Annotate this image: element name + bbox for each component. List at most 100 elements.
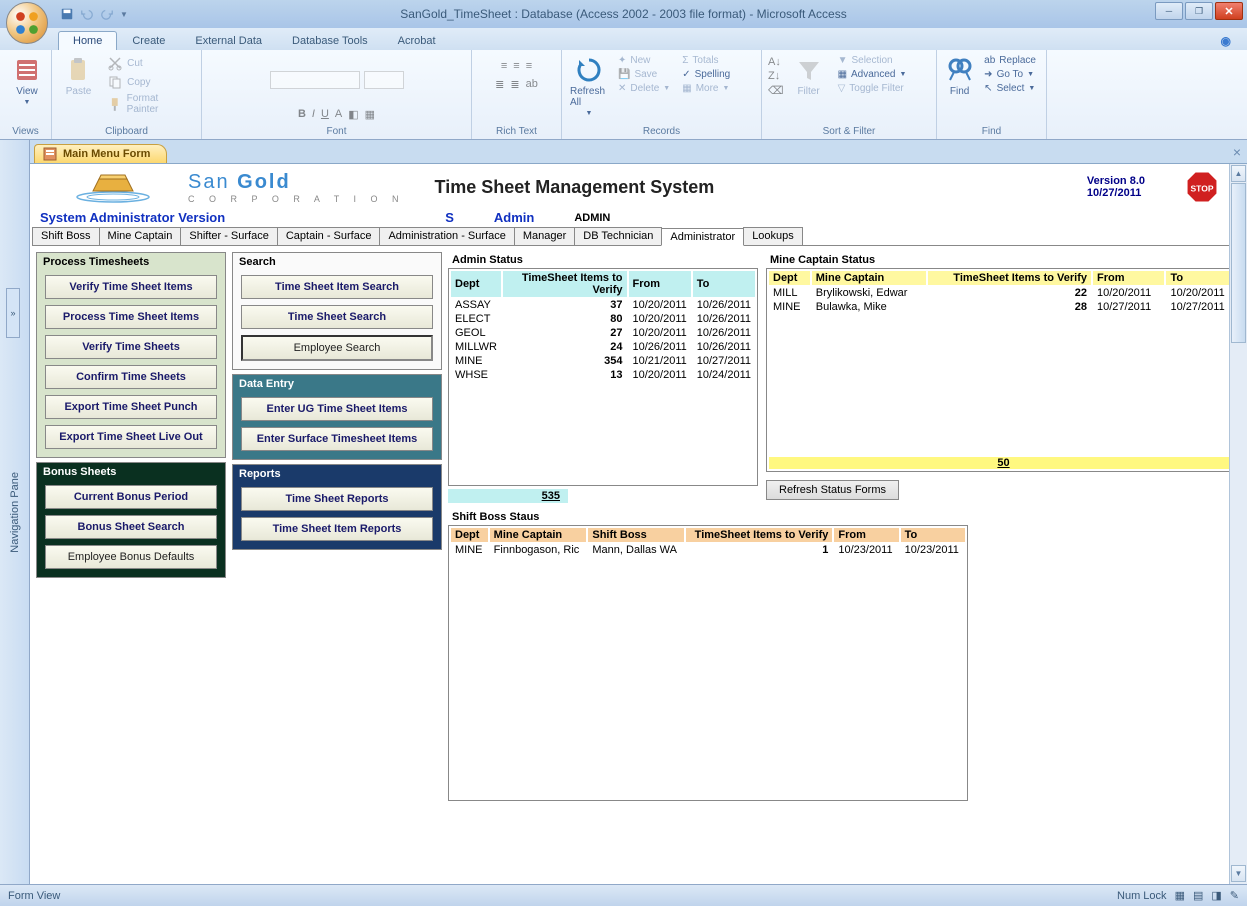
ribbon-tab-home[interactable]: Home — [58, 31, 117, 50]
goto-button[interactable]: ➜Go To▼ — [980, 68, 1040, 81]
navigation-pane[interactable]: Navigation Pane — [0, 140, 30, 884]
group-label-clipboard: Clipboard — [58, 126, 195, 138]
export-punch-button[interactable]: Export Time Sheet Punch — [45, 395, 217, 419]
verify-ts-items-button[interactable]: Verify Time Sheet Items — [45, 275, 217, 299]
qat-dropdown-icon[interactable]: ▼ — [120, 10, 128, 19]
close-button[interactable]: ✕ — [1215, 2, 1243, 20]
enter-ug-button[interactable]: Enter UG Time Sheet Items — [241, 397, 433, 421]
bonus-defaults-button[interactable]: Employee Bonus Defaults — [45, 545, 217, 569]
ts-item-reports-button[interactable]: Time Sheet Item Reports — [241, 517, 433, 541]
tab-captain-surface[interactable]: Captain - Surface — [277, 227, 381, 245]
advanced-button[interactable]: ▦Advanced▼ — [834, 68, 911, 81]
captain-status-title: Mine Captain Status — [766, 252, 1241, 268]
ribbon-tab-external[interactable]: External Data — [180, 31, 277, 50]
ts-item-search-button[interactable]: Time Sheet Item Search — [241, 275, 433, 299]
tab-administrator[interactable]: Administrator — [661, 228, 744, 246]
tab-shiftboss[interactable]: Shift Boss — [32, 227, 100, 245]
tab-minecaptain[interactable]: Mine Captain — [99, 227, 182, 245]
tab-lookups[interactable]: Lookups — [743, 227, 803, 245]
tab-shifter-surface[interactable]: Shifter - Surface — [180, 227, 277, 245]
table-row[interactable]: ELECT8010/20/201110/26/2011 — [451, 313, 755, 325]
save-icon[interactable] — [60, 7, 74, 21]
office-button[interactable] — [6, 2, 48, 44]
window-title: SanGold_TimeSheet : Database (Access 200… — [400, 7, 846, 21]
scroll-up-icon[interactable]: ▲ — [1231, 165, 1246, 182]
table-row[interactable]: MINEBulawka, Mike2810/27/201110/27/2011 — [769, 301, 1238, 313]
toggle-icon: ▽ — [838, 83, 846, 94]
maximize-button[interactable]: ❐ — [1185, 2, 1213, 20]
replace-button[interactable]: abReplace — [980, 54, 1040, 67]
title-bar: ▼ SanGold_TimeSheet : Database (Access 2… — [0, 0, 1247, 28]
scroll-down-icon[interactable]: ▼ — [1231, 865, 1246, 882]
tab-manager[interactable]: Manager — [514, 227, 575, 245]
vertical-scrollbar[interactable]: ▲ ▼ — [1229, 164, 1247, 884]
spelling-button[interactable]: ✓Spelling — [678, 68, 734, 81]
sigma-icon: Σ — [682, 55, 688, 66]
search-group: Search Time Sheet Item Search Time Sheet… — [232, 252, 442, 370]
tab-admin-surface[interactable]: Administration - Surface — [379, 227, 514, 245]
table-row[interactable]: MINE35410/21/201110/27/2011 — [451, 355, 755, 367]
find-button[interactable]: Find — [943, 52, 976, 101]
paste-icon — [65, 56, 93, 84]
cut-icon — [107, 55, 123, 71]
ribbon-tab-create[interactable]: Create — [117, 31, 180, 50]
table-row[interactable]: ASSAY3710/20/201110/26/2011 — [451, 299, 755, 311]
table-row[interactable]: WHSE1310/20/201110/24/2011 — [451, 369, 755, 381]
table-row[interactable]: MILLBrylikowski, Edwar2210/20/201110/20/… — [769, 287, 1238, 299]
refresh-all-button[interactable]: Refresh All▼ — [568, 52, 610, 121]
replace-icon: ab — [984, 55, 995, 66]
ts-reports-button[interactable]: Time Sheet Reports — [241, 487, 433, 511]
doc-tab-mainmenu[interactable]: Main Menu Form — [34, 144, 167, 163]
paste-button: Paste — [58, 52, 99, 101]
group-label-find: Find — [943, 126, 1040, 138]
select-button[interactable]: ↖Select▼ — [980, 82, 1040, 95]
sort-desc-icon: Z↓ — [768, 70, 784, 82]
save-record-button: 💾Save — [614, 68, 674, 81]
view-form-icon[interactable]: ▦ — [1175, 889, 1185, 902]
confirm-ts-button[interactable]: Confirm Time Sheets — [45, 365, 217, 389]
shift-status-title: Shift Boss Staus — [448, 509, 1241, 525]
font-color-icon: A — [335, 108, 342, 121]
export-liveout-button[interactable]: Export Time Sheet Live Out — [45, 425, 217, 449]
align-center-icon: ≡ — [513, 60, 519, 72]
fill-color-icon: ◧ — [348, 108, 358, 121]
bonus-sheets-group: Bonus Sheets Current Bonus Period Bonus … — [36, 462, 226, 578]
align-right-icon: ≡ — [526, 60, 532, 72]
current-bonus-button[interactable]: Current Bonus Period — [45, 485, 217, 509]
minimize-button[interactable]: ─ — [1155, 2, 1183, 20]
verify-ts-button[interactable]: Verify Time Sheets — [45, 335, 217, 359]
enter-surface-button[interactable]: Enter Surface Timesheet Items — [241, 427, 433, 451]
filter-button: Filter — [788, 52, 830, 101]
view-design-icon[interactable]: ✎ — [1230, 889, 1239, 902]
process-ts-items-button[interactable]: Process Time Sheet Items — [45, 305, 217, 329]
spell-icon: ✓ — [682, 69, 690, 80]
role-tabs: Shift Boss Mine Captain Shifter - Surfac… — [32, 227, 1245, 246]
underline-button: U — [321, 108, 329, 121]
ts-search-button[interactable]: Time Sheet Search — [241, 305, 433, 329]
navpane-toggle[interactable]: » — [6, 288, 20, 338]
ribbon-tab-acrobat[interactable]: Acrobat — [383, 31, 451, 50]
undo-icon[interactable] — [80, 7, 94, 21]
employee-search-button[interactable]: Employee Search — [241, 335, 433, 361]
doc-tab-close-icon[interactable]: × — [1233, 144, 1241, 160]
view-layout-icon[interactable]: ◨ — [1211, 889, 1221, 902]
view-button[interactable]: View▼ — [6, 52, 48, 110]
stop-button[interactable]: STOP — [1185, 170, 1219, 204]
office-icon — [14, 10, 40, 36]
table-row[interactable]: MINEFinnbogason, RicMann, Dallas WA110/2… — [451, 544, 965, 556]
form-canvas: San Gold C O R P O R A T I O N Time Shee… — [30, 164, 1247, 884]
select-icon: ↖ — [984, 83, 992, 94]
dataentry-title: Data Entry — [233, 375, 441, 393]
bonus-search-button[interactable]: Bonus Sheet Search — [45, 515, 217, 539]
table-row[interactable]: MILLWR2410/26/201110/26/2011 — [451, 341, 755, 353]
tab-dbtech[interactable]: DB Technician — [574, 227, 662, 245]
group-label-records: Records — [568, 126, 755, 138]
redo-icon[interactable] — [100, 7, 114, 21]
help-icon[interactable]: ◉ — [1217, 32, 1235, 50]
table-row[interactable]: GEOL2710/20/201110/26/2011 — [451, 327, 755, 339]
view-datasheet-icon[interactable]: ▤ — [1193, 889, 1203, 902]
ribbon-tab-dbtools[interactable]: Database Tools — [277, 31, 383, 50]
refresh-status-button[interactable]: Refresh Status Forms — [766, 480, 899, 500]
scroll-thumb[interactable] — [1231, 183, 1246, 343]
gold-bar-icon — [73, 171, 153, 203]
